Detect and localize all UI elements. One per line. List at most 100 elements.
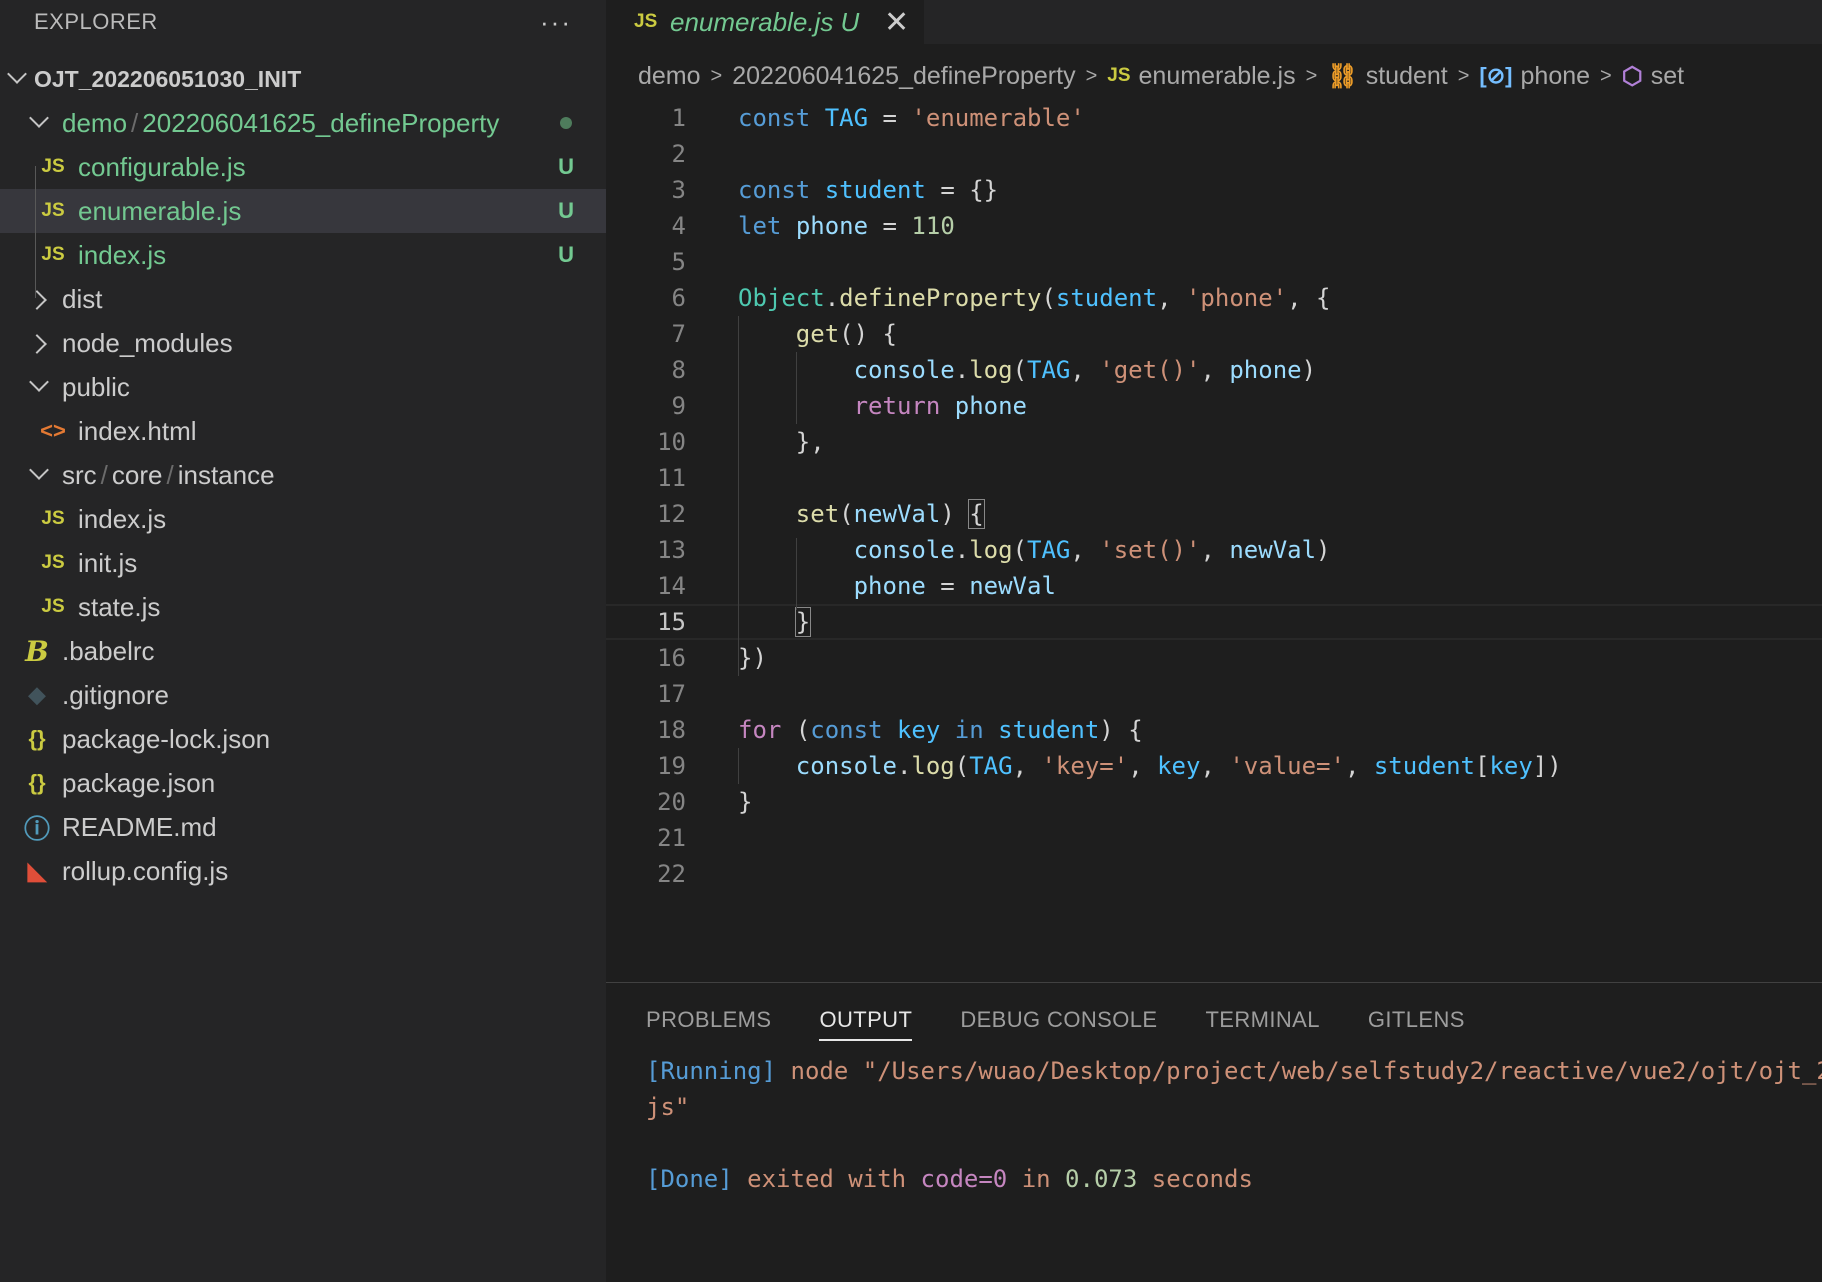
indent-guide <box>796 352 797 424</box>
workspace-root[interactable]: OJT_202206051030_INIT <box>0 57 606 101</box>
code-line[interactable]: 11 <box>606 460 1822 496</box>
object-symbol-icon: ⛓ <box>1327 62 1358 90</box>
line-number: 6 <box>671 284 686 312</box>
breadcrumb-demo[interactable]: demo <box>638 62 701 91</box>
tab-enumerable-js[interactable]: JS enumerable.js U ✕ <box>606 0 924 44</box>
breadcrumb-student[interactable]: student <box>1366 62 1448 91</box>
untracked-badge: U <box>558 242 574 267</box>
rollup-icon: ◣ <box>27 857 47 885</box>
js-file-icon: JS <box>41 508 65 529</box>
folder-public[interactable]: public <box>0 365 606 409</box>
tab-output[interactable]: OUTPUT <box>819 1007 913 1041</box>
folder-demo[interactable]: demo/202206041625_defineProperty <box>0 101 606 145</box>
code-line[interactable]: 8 console.log(TAG, 'get()', phone) <box>606 352 1822 388</box>
file-rollup-config-js[interactable]: ◣ rollup.config.js <box>0 849 606 893</box>
code-line[interactable]: 19 console.log(TAG, 'key=', key, 'value=… <box>606 748 1822 784</box>
line-number: 20 <box>657 788 686 816</box>
code-line[interactable]: 14 phone = newVal <box>606 568 1822 604</box>
tab-bar: JS enumerable.js U ✕ <box>606 0 1822 44</box>
code-line[interactable]: 20} <box>606 784 1822 820</box>
code-line[interactable]: 12 set(newVal) { <box>606 496 1822 532</box>
chevron-right-icon: > <box>710 64 723 87</box>
file-package-json[interactable]: {} package.json <box>0 761 606 805</box>
code-editor[interactable]: 1 const TAG = 'enumerable' 2 3 const stude… <box>606 100 1822 892</box>
file-label: .gitignore <box>62 679 169 710</box>
code-line[interactable]: 18 for (const key in student) { <box>606 712 1822 748</box>
file-label: configurable.js <box>78 151 246 182</box>
line-number: 8 <box>671 356 686 384</box>
file-label: package-lock.json <box>62 723 271 754</box>
file-babelrc[interactable]: B .babelrc <box>0 629 606 673</box>
line-number: 15 <box>657 608 686 636</box>
code-line[interactable]: 9 return phone <box>606 388 1822 424</box>
file-label: README.md <box>62 811 217 842</box>
code-line[interactable]: 7 get() { <box>606 316 1822 352</box>
file-index-html[interactable]: <> index.html <box>0 409 606 453</box>
breadcrumb-folder[interactable]: 202206041625_defineProperty <box>732 62 1075 91</box>
code-line-current[interactable]: 15 } <box>606 604 1822 640</box>
folder-node-modules[interactable]: node_modules <box>0 321 606 365</box>
breadcrumb-set[interactable]: set <box>1651 62 1684 91</box>
tab-gitlens[interactable]: GITLENS <box>1368 1007 1465 1041</box>
file-state-js[interactable]: JS state.js <box>0 585 606 629</box>
code-line[interactable]: 21 <box>606 820 1822 856</box>
bottom-panel: PROBLEMS OUTPUT DEBUG CONSOLE TERMINAL G… <box>606 982 1822 1282</box>
more-actions-icon[interactable]: ··· <box>540 7 572 38</box>
chevron-down-icon <box>29 372 49 392</box>
tab-debug-console[interactable]: DEBUG CONSOLE <box>960 1007 1157 1041</box>
folder-demo-label: demo/202206041625_defineProperty <box>62 107 500 138</box>
folder-label: dist <box>62 283 103 314</box>
close-icon[interactable]: ✕ <box>884 5 909 40</box>
code-line[interactable]: 3 const student = {} <box>606 172 1822 208</box>
code-text: console.log(TAG, 'key=', key, 'value=', … <box>795 752 1562 780</box>
file-configurable-js[interactable]: JS configurable.js U <box>0 145 606 189</box>
folder-src-core-instance[interactable]: src / core / instance <box>0 453 606 497</box>
chevron-down-icon <box>7 64 27 84</box>
code-text: const student = {} <box>738 176 999 204</box>
json-file-icon: {} <box>28 726 46 751</box>
breadcrumb-file[interactable]: enumerable.js <box>1139 62 1296 91</box>
file-src-index-js[interactable]: JS index.js <box>0 497 606 541</box>
code-line[interactable]: 1 const TAG = 'enumerable' <box>606 100 1822 136</box>
method-symbol-icon: ⬡ <box>1621 62 1643 90</box>
code-line[interactable]: 2 <box>606 136 1822 172</box>
output-running-line: [Running] node "/Users/wuao/Desktop/proj… <box>646 1057 1822 1085</box>
file-label: .babelrc <box>62 635 155 666</box>
line-number: 2 <box>671 140 686 168</box>
file-label: init.js <box>78 547 138 578</box>
file-init-js[interactable]: JS init.js <box>0 541 606 585</box>
file-gitignore[interactable]: ◆ .gitignore <box>0 673 606 717</box>
code-line[interactable]: 10 }, <box>606 424 1822 460</box>
code-line[interactable]: 16}) <box>606 640 1822 676</box>
tab-problems[interactable]: PROBLEMS <box>646 1007 771 1041</box>
js-file-icon: JS <box>41 200 65 221</box>
file-tree: OJT_202206051030_INIT demo/202206041625_… <box>0 57 606 893</box>
code-line[interactable]: 13 console.log(TAG, 'set()', newVal) <box>606 532 1822 568</box>
code-line[interactable]: 17 <box>606 676 1822 712</box>
file-readme-md[interactable]: ⓘ README.md <box>0 805 606 849</box>
tab-terminal[interactable]: TERMINAL <box>1205 1007 1319 1041</box>
code-line[interactable]: 4 let phone = 110 <box>606 208 1822 244</box>
file-package-lock-json[interactable]: {} package-lock.json <box>0 717 606 761</box>
line-number: 22 <box>657 860 686 888</box>
file-index-js[interactable]: JS index.js U <box>0 233 606 277</box>
chevron-right-icon <box>27 334 47 354</box>
breadcrumb: demo > 202206041625_defineProperty > JS … <box>638 56 1684 96</box>
breadcrumb-phone[interactable]: phone <box>1521 62 1591 91</box>
js-file-icon: JS <box>41 552 65 573</box>
code-text: } <box>794 607 812 637</box>
code-line[interactable]: 22 <box>606 856 1822 892</box>
file-enumerable-js[interactable]: JS enumerable.js U <box>0 189 606 233</box>
code-text: set(newVal) { <box>795 499 985 529</box>
line-number: 17 <box>657 680 686 708</box>
info-icon: ⓘ <box>23 813 50 844</box>
code-line[interactable]: 5 <box>606 244 1822 280</box>
line-number: 18 <box>657 716 686 744</box>
folder-dist[interactable]: dist <box>0 277 606 321</box>
variable-symbol-icon: [⊘] <box>1479 63 1513 88</box>
line-number: 13 <box>657 536 686 564</box>
line-number: 21 <box>657 824 686 852</box>
code-line[interactable]: 6 Object.defineProperty(student, 'phone',… <box>606 280 1822 316</box>
file-label: state.js <box>78 591 161 622</box>
code-text: }) <box>738 644 767 672</box>
